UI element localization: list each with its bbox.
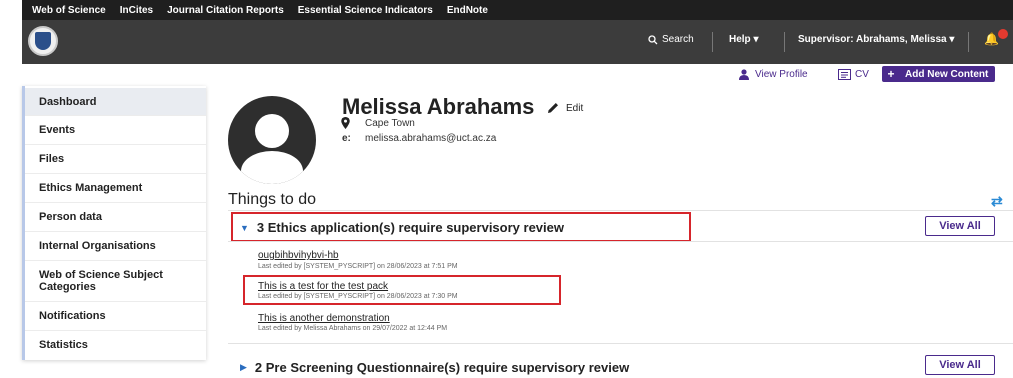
supervisor-label: Supervisor: Abrahams, Melissa xyxy=(798,34,947,45)
bell-icon[interactable]: 🔔 xyxy=(984,32,999,46)
section-divider xyxy=(228,241,1013,242)
header-divider xyxy=(784,32,785,52)
search-label: Search xyxy=(662,34,694,45)
profile-name: Melissa Abrahams xyxy=(342,94,535,119)
sidebar-item-person-data[interactable]: Person data xyxy=(25,203,206,232)
avatar-body xyxy=(241,151,303,184)
things-to-do-title: Things to do xyxy=(228,191,317,208)
email-key: e: xyxy=(342,133,351,144)
avatar xyxy=(228,96,316,184)
supervisor-menu[interactable]: Supervisor: Abrahams, Melissa ▾ xyxy=(798,34,954,45)
product-bar: Web of Science InCites Journal Citation … xyxy=(0,0,1013,22)
ethics-item-title[interactable]: ougbihbvihybvi-hb xyxy=(258,250,339,261)
ethics-item-meta: Last edited by [SYSTEM_PYSCRIPT] on 28/0… xyxy=(258,263,458,270)
app-header: Search Help ▾ Supervisor: Abrahams, Meli… xyxy=(22,20,1013,64)
product-bar-links: Web of Science InCites Journal Citation … xyxy=(22,0,1013,20)
product-link-incites[interactable]: InCites xyxy=(120,5,153,16)
sidebar-item-files[interactable]: Files xyxy=(25,145,206,174)
view-all-prescreening-button[interactable]: View All xyxy=(925,355,995,375)
notification-badge xyxy=(998,29,1008,39)
help-label: Help xyxy=(729,34,751,45)
product-link-jcr[interactable]: Journal Citation Reports xyxy=(167,5,284,16)
section-prescreening-header[interactable]: ▶ 2 Pre Screening Questionnaire(s) requi… xyxy=(240,360,629,375)
product-link-wos[interactable]: Web of Science xyxy=(32,5,106,16)
cv-label: CV xyxy=(855,69,869,80)
product-link-endnote[interactable]: EndNote xyxy=(447,5,488,16)
view-profile-link[interactable]: View Profile xyxy=(738,69,808,80)
add-new-content-label: Add New Content xyxy=(899,67,995,81)
sidebar-item-internal-organisations[interactable]: Internal Organisations xyxy=(25,232,206,261)
sidebar-item-ethics-management[interactable]: Ethics Management xyxy=(25,174,206,203)
sidebar-item-dashboard[interactable]: Dashboard xyxy=(25,88,206,116)
help-menu[interactable]: Help ▾ xyxy=(729,34,758,45)
view-profile-label: View Profile xyxy=(755,69,808,80)
ethics-item-title[interactable]: This is another demonstration xyxy=(258,313,390,324)
university-logo[interactable] xyxy=(28,26,58,56)
section-divider xyxy=(228,210,1013,211)
search-icon xyxy=(648,34,658,44)
sidebar-item-wos-subject-categories[interactable]: Web of Science Subject Categories xyxy=(25,261,206,302)
avatar-head xyxy=(255,114,289,148)
cv-link[interactable]: CV xyxy=(838,69,869,80)
profile-email: melissa.abrahams@uct.ac.za xyxy=(365,133,497,144)
section-ethics-title: 3 Ethics application(s) require supervis… xyxy=(256,220,564,235)
ethics-item-title[interactable]: This is a test for the test pack xyxy=(258,281,388,292)
section-ethics-header[interactable]: ▼ 3 Ethics application(s) require superv… xyxy=(240,220,564,235)
chevron-down-icon: ▾ xyxy=(949,34,955,45)
refresh-icon[interactable]: ⇄ xyxy=(991,193,1003,210)
sidebar-item-statistics[interactable]: Statistics xyxy=(25,331,206,359)
section-prescreening-title: 2 Pre Screening Questionnaire(s) require… xyxy=(254,360,630,375)
caret-down-icon: ▼ xyxy=(240,222,249,233)
sidebar: Dashboard Events Files Ethics Management… xyxy=(22,86,206,360)
header-divider xyxy=(968,32,969,52)
sidebar-item-events[interactable]: Events xyxy=(25,116,206,145)
section-divider xyxy=(228,343,1013,344)
ethics-item-meta: Last edited by [SYSTEM_PYSCRIPT] on 28/0… xyxy=(258,293,458,300)
cv-icon xyxy=(838,69,851,80)
plus-icon: + xyxy=(883,67,899,81)
add-new-content-button[interactable]: + Add New Content xyxy=(882,66,996,82)
header-divider xyxy=(712,32,713,52)
edit-profile-link[interactable]: Edit xyxy=(566,103,583,114)
profile-location: Cape Town xyxy=(365,118,415,129)
crest-icon xyxy=(35,32,51,50)
chevron-down-icon: ▾ xyxy=(753,34,759,45)
pencil-icon[interactable] xyxy=(545,100,561,116)
person-icon xyxy=(739,69,749,80)
view-all-ethics-button[interactable]: View All xyxy=(925,216,995,236)
location-pin-icon xyxy=(341,117,350,129)
product-link-esi[interactable]: Essential Science Indicators xyxy=(298,5,433,16)
search-button[interactable]: Search xyxy=(648,34,694,45)
ethics-item-meta: Last edited by Melissa Abrahams on 29/07… xyxy=(258,325,448,332)
sidebar-item-notifications[interactable]: Notifications xyxy=(25,302,206,331)
caret-right-icon: ▶ xyxy=(240,362,247,372)
